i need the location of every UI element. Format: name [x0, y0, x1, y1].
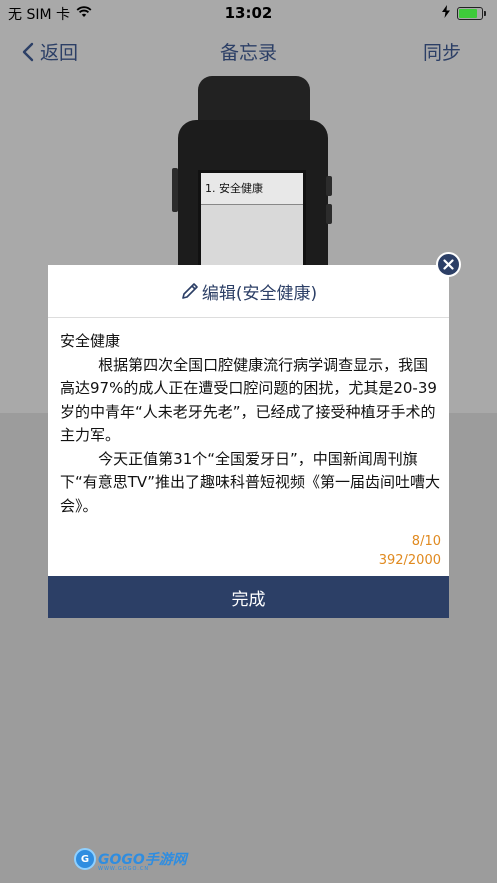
counter-block: 8/10 392/2000: [379, 532, 441, 570]
memo-text-area[interactable]: 安全健康 根据第四次全国口腔健康流行病学调查显示，我国高达97%的成人正在遭受口…: [48, 318, 449, 576]
memo-content[interactable]: 安全健康 根据第四次全国口腔健康流行病学调查显示，我国高达97%的成人正在遭受口…: [60, 330, 441, 518]
close-icon: [443, 259, 454, 270]
char-count: 392/2000: [378, 553, 441, 568]
item-count: 8/10: [411, 534, 441, 549]
logo-icon: G: [74, 848, 96, 870]
watermark-logo: G GOGO手游网 WWW.GOGO.CN: [74, 848, 187, 872]
done-button[interactable]: 完成: [48, 576, 449, 618]
dialog-header: 编辑(安全健康): [48, 265, 449, 318]
pencil-icon: [182, 283, 198, 299]
edit-dialog: 编辑(安全健康) 安全健康 根据第四次全国口腔健康流行病学调查显示，我国高达97…: [48, 265, 449, 618]
watermark-url: WWW.GOGO.CN: [98, 866, 150, 872]
dialog-title: 编辑(安全健康): [201, 283, 318, 304]
close-button[interactable]: [436, 252, 461, 277]
